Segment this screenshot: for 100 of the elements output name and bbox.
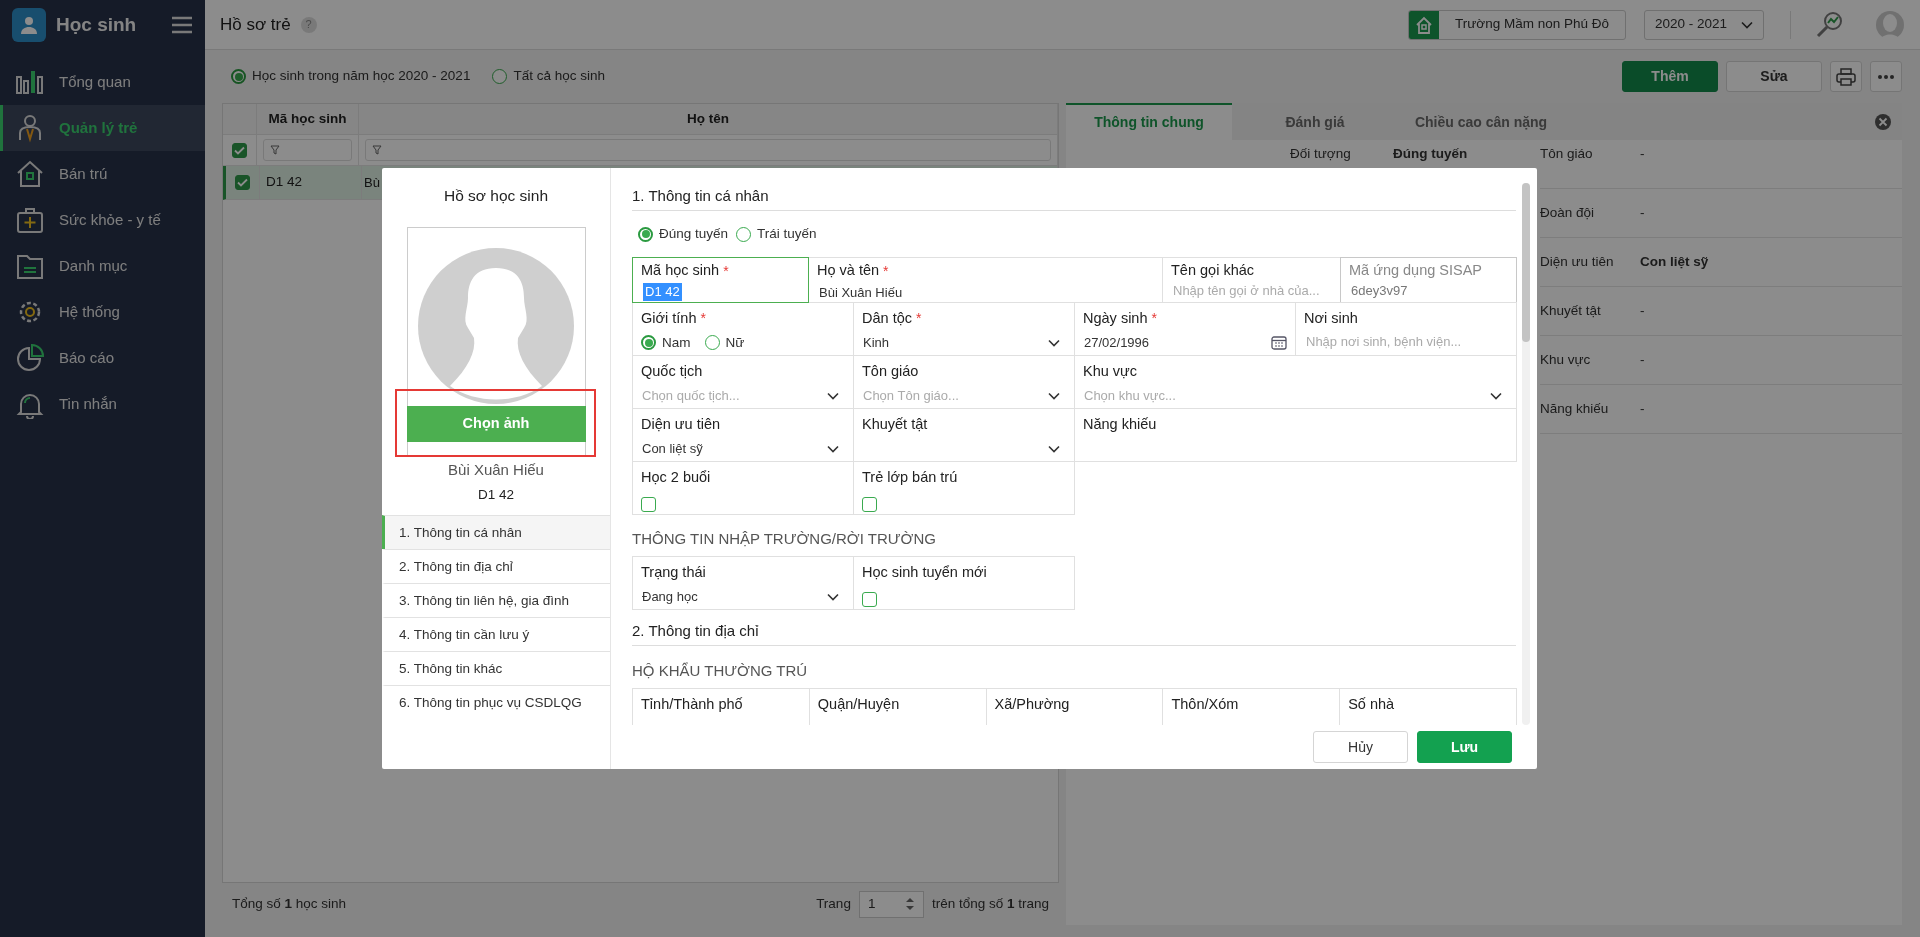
- checkbox[interactable]: [862, 591, 877, 607]
- page-title: Hồ sơ trẻ: [220, 13, 291, 36]
- tab[interactable]: Chiều cao cân nặng: [1398, 103, 1564, 140]
- field-label: Tên gọi khác: [1171, 261, 1255, 280]
- medical-kit-icon: [15, 205, 45, 235]
- page-total: trên tổng số 1 trang: [931, 894, 1049, 913]
- field-label: Đoàn đội: [1540, 203, 1595, 222]
- section-nav-item[interactable]: 5. Thông tin khác: [382, 651, 610, 686]
- filter-field[interactable]: [365, 139, 1051, 161]
- radio-button[interactable]: Nam: [641, 332, 691, 353]
- radio-button[interactable]: Tất cả học sinh: [492, 66, 605, 87]
- tab[interactable]: Đánh giá: [1232, 103, 1398, 140]
- field-value: Đúng tuyến: [1393, 145, 1469, 163]
- section-title: 1. Thông tin cá nhân: [632, 183, 1516, 211]
- field-label: Mã học sinh: [641, 261, 720, 280]
- checkbox[interactable]: [641, 496, 656, 512]
- field-value: -: [1640, 350, 1645, 369]
- field-label: Trạng thái: [641, 563, 706, 582]
- section-title: 2. Thông tin địa chỉ: [632, 618, 1516, 646]
- avatar-icon[interactable]: [1875, 8, 1905, 41]
- radio-button[interactable]: Nữ: [704, 332, 745, 353]
- menu-icon[interactable]: [171, 16, 193, 34]
- subsection-title: THÔNG TIN NHẬP TRƯỜNG/RỜI TRƯỜNG: [632, 528, 937, 549]
- page-field[interactable]: 1: [858, 890, 924, 918]
- field-label: Đối tượng: [1290, 145, 1352, 163]
- total-count: Tổng số 1 học sinh: [232, 894, 347, 913]
- chevron-icon: [1048, 391, 1060, 400]
- field-label: Quận/Huyện: [817, 695, 900, 714]
- search-chart-icon[interactable]: [1815, 9, 1845, 40]
- required-mark: *: [883, 262, 889, 281]
- cancel-button[interactable]: Hủy: [1313, 731, 1408, 763]
- year-selector[interactable]: 2020 - 2021: [1644, 9, 1764, 40]
- sidebar-item[interactable]: Hệ thống: [0, 289, 205, 335]
- app-title: Học sinh: [56, 12, 138, 37]
- field-label: Khuyết tật: [1540, 301, 1601, 320]
- chevron-icon: [1490, 391, 1502, 400]
- required-mark: *: [916, 309, 922, 328]
- field-label: Quốc tịch: [641, 362, 703, 381]
- edit-button[interactable]: Sửa: [1726, 61, 1822, 92]
- required-mark: *: [723, 262, 729, 281]
- field-label: Diện ưu tiên: [1540, 252, 1614, 271]
- sidebar-item[interactable]: Báo cáo: [0, 335, 205, 381]
- radio-button[interactable]: Đúng tuyến: [638, 223, 729, 245]
- field-label: Tỉnh/Thành phố: [641, 695, 743, 714]
- school-selector[interactable]: Trường Mầm non Phú Đô: [1408, 9, 1626, 40]
- section-nav-item[interactable]: 3. Thông tin liên hệ, gia đình: [382, 583, 610, 618]
- sidebar-item[interactable]: Tổng quan: [0, 59, 205, 105]
- dropdown[interactable]: Đang học: [641, 584, 845, 609]
- dropdown[interactable]: Con liệt sỹ: [641, 436, 845, 461]
- filter-field[interactable]: [263, 139, 352, 161]
- add-button[interactable]: Thêm: [1622, 61, 1718, 92]
- section-nav-item[interactable]: 2. Thông tin địa chỉ: [382, 549, 610, 584]
- close-icon[interactable]: [1874, 112, 1892, 131]
- field-label: Khu vực: [1083, 362, 1138, 381]
- chevron-icon: [1741, 20, 1753, 29]
- radio-button[interactable]: Trái tuyến: [736, 223, 817, 245]
- field-label: Học 2 buổi: [641, 468, 711, 487]
- date-field[interactable]: 27/02/1996: [1083, 330, 1287, 355]
- sidebar-item[interactable]: Quản lý trẻ: [0, 105, 205, 151]
- text-field[interactable]: Mã học sinh * D1 42: [632, 257, 809, 303]
- subsection-title: HỘ KHẨU THƯỜNG TRÚ: [632, 660, 809, 681]
- chevron-icon: [1048, 444, 1060, 453]
- field-value: -: [1640, 399, 1645, 418]
- sidebar-item[interactable]: Danh mục: [0, 243, 205, 289]
- house-icon: [15, 159, 45, 189]
- checkbox[interactable]: [862, 496, 877, 512]
- field-label: Mã ứng dụng SISAP: [1349, 261, 1483, 280]
- more-button[interactable]: [1870, 61, 1902, 92]
- column-header: Họ tên: [359, 104, 1058, 134]
- more-icon: [1878, 74, 1894, 79]
- sidebar-item[interactable]: Bán trú: [0, 151, 205, 197]
- field-label: Họ và tên: [817, 261, 880, 280]
- choose-photo-button[interactable]: Chọn ảnh: [406, 406, 586, 442]
- radio-button[interactable]: Học sinh trong năm học 2020 - 2021: [231, 66, 471, 87]
- section-nav-item[interactable]: 6. Thông tin phục vụ CSDLQG: [382, 685, 610, 720]
- field-label: Khu vực: [1540, 350, 1591, 369]
- field-label: Ngày sinh: [1083, 309, 1148, 328]
- section-nav-item[interactable]: 1. Thông tin cá nhân: [382, 515, 610, 550]
- section-nav-item[interactable]: 4. Thông tin cần lưu ý: [382, 617, 610, 652]
- tab[interactable]: Thông tin chung: [1066, 103, 1232, 140]
- field-value: Con liệt sỹ: [1640, 252, 1709, 271]
- sidebar-item[interactable]: Tin nhắn: [0, 381, 205, 427]
- dropdown[interactable]: Kinh: [862, 330, 1066, 355]
- student-code: D1 42: [478, 486, 514, 504]
- filter-icon: [270, 145, 280, 155]
- field-label: Thôn/Xóm: [1171, 695, 1239, 714]
- field-value: -: [1640, 301, 1645, 320]
- field-label: Tôn giáo: [1540, 145, 1593, 163]
- sidebar-item[interactable]: Sức khỏe - y tế: [0, 197, 205, 243]
- field-label: Diện ưu tiên: [641, 415, 721, 434]
- field-label: Học sinh tuyển mới: [862, 563, 987, 582]
- row-checkbox[interactable]: [235, 175, 250, 190]
- print-button[interactable]: [1830, 61, 1862, 92]
- field-label: Nơi sinh: [1304, 309, 1358, 328]
- save-button[interactable]: Lưu: [1417, 731, 1512, 763]
- select-all-checkbox[interactable]: [232, 142, 247, 158]
- scrollbar[interactable]: [1522, 183, 1530, 725]
- field-label: Giới tính: [641, 309, 697, 328]
- chevron-icon: [827, 444, 839, 453]
- student-name: Bùi Xuân Hiếu: [448, 460, 544, 480]
